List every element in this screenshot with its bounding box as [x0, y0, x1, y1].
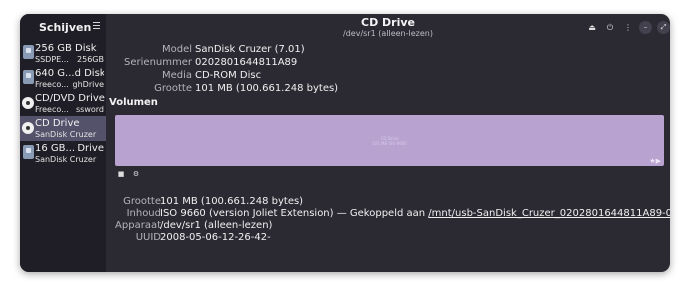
mount-point-link[interactable]: /mnt/usb-SanDisk_Cruzer_0202801644811A89… [428, 208, 670, 219]
serial-value: 0202801644811A89 [195, 57, 298, 68]
device-subtitle: SSDPE... 256GB [35, 55, 104, 64]
volume-size-label: 101 MB ISO 9660 [372, 141, 407, 146]
sidebar-item-16gb-drive[interactable]: 16 GB... Drive SanDisk Cruzer [20, 141, 106, 166]
volume-size-row: Grootte 101 MB (100.661.248 bytes) [106, 196, 670, 208]
device-name: 16 GB... Drive [35, 143, 104, 154]
volume-content-label: Inhoud [126, 208, 161, 219]
media-label: Media [161, 70, 192, 81]
volume-device-value: /dev/sr1 (alleen-lezen) [160, 220, 273, 231]
hard-disk-icon [23, 145, 34, 159]
disks-window: Schijven 256 GB Disk SSDPE... 256GB 640 G… [20, 14, 670, 272]
device-subtitle: SanDisk Cruzer [35, 130, 97, 139]
volume-uuid-label: UUID [135, 232, 161, 243]
volume-device-row: Apparaat /dev/sr1 (alleen-lezen) [106, 220, 670, 232]
device-name: 640 G... d Disk [35, 68, 104, 79]
device-name: CD Drive [35, 118, 80, 129]
drive-details: Model SanDisk Cruzer (7.01) Serienummer … [106, 42, 670, 272]
device-name: 256 GB Disk [35, 43, 97, 54]
header-bar: CD Drive /dev/sr1 (alleen-lezen) ⏏ ⏻ ⋮ –… [106, 14, 670, 42]
volume-uuid-row: UUID 2008-05-06-12-26-42- [106, 232, 670, 244]
volumes-heading: Volumen [109, 97, 158, 108]
maximize-icon[interactable]: ⤢ [657, 21, 670, 34]
sidebar-item-640gb-disk[interactable]: 640 G... d Disk Freeco... ghDrive [20, 66, 106, 91]
stop-icon[interactable]: ■ [115, 169, 127, 180]
volume-size-label: Grootte [123, 196, 161, 207]
size-value: 101 MB (100.661.248 bytes) [195, 83, 339, 94]
media-value: CD-ROM Disc [195, 70, 262, 81]
power-icon[interactable]: ⏻ [604, 22, 616, 34]
mounted-star-icon: ★▶ [649, 157, 661, 165]
sidebar: Schijven 256 GB Disk SSDPE... 256GB 640 G… [20, 14, 106, 272]
minimize-icon[interactable]: – [639, 21, 652, 34]
device-subtitle: Freeco... ssword [35, 105, 104, 114]
sidebar-item-cd-dvd-drive[interactable]: CD/DVD Drive Freeco... ssword [20, 91, 106, 116]
sidebar-item-cd-drive[interactable]: CD Drive SanDisk Cruzer [20, 116, 106, 141]
optical-disc-icon [22, 97, 34, 109]
size-label: Grootte [154, 83, 192, 94]
hamburger-menu-icon[interactable] [93, 22, 100, 29]
volume-uuid-value: 2008-05-06-12-26-42- [160, 232, 271, 243]
more-menu-icon[interactable]: ⋮ [622, 22, 634, 34]
volume-device-label: Apparaat [115, 220, 161, 231]
hard-disk-icon [23, 45, 34, 59]
volume-content-value: ISO 9660 (version Joliet Extension) — Ge… [160, 208, 670, 220]
sidebar-title: Schijven [39, 21, 92, 34]
media-row: Media CD-ROM Disc [106, 70, 670, 82]
model-value: SanDisk Cruzer (7.01) [195, 44, 305, 55]
hard-disk-icon [23, 70, 34, 84]
volume-content-row: Inhoud ISO 9660 (version Joliet Extensio… [106, 208, 670, 220]
device-subtitle: SanDisk Cruzer [35, 155, 97, 164]
sidebar-item-256gb-disk[interactable]: 256 GB Disk SSDPE... 256GB [20, 41, 106, 66]
eject-icon[interactable]: ⏏ [586, 22, 598, 34]
volume-map[interactable]: CD Drive 101 MB ISO 9660 ★▶ [115, 115, 664, 166]
sidebar-header: Schijven [20, 14, 106, 42]
model-row: Model SanDisk Cruzer (7.01) [106, 44, 670, 56]
device-name: CD/DVD Drive [35, 93, 105, 104]
serial-label: Serienummer [124, 57, 192, 68]
serial-row: Serienummer 0202801644811A89 [106, 57, 670, 69]
optical-disc-icon [22, 122, 34, 134]
settings-icon[interactable]: ⚙ [130, 169, 142, 180]
model-label: Model [161, 44, 192, 55]
device-subtitle: Freeco... ghDrive [35, 80, 104, 89]
size-row: Grootte 101 MB (100.661.248 bytes) [106, 83, 670, 95]
volume-size-value: 101 MB (100.661.248 bytes) [160, 196, 304, 207]
